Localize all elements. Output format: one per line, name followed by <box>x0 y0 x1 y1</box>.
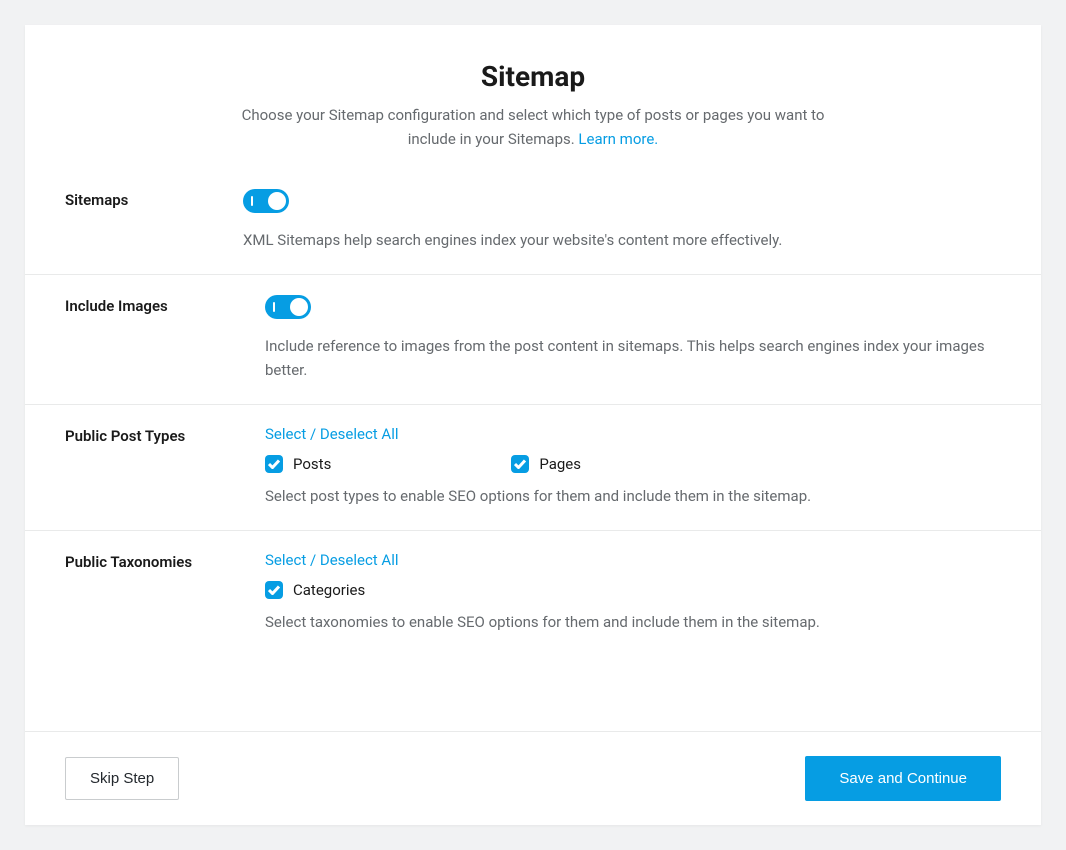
checkbox-icon <box>265 581 283 599</box>
check-pages[interactable]: Pages <box>511 455 581 473</box>
value-public-post-types: Select / Deselect All Posts Pages Select… <box>265 425 1001 508</box>
desc-public-taxonomies: Select taxonomies to enable SEO options … <box>265 611 1001 634</box>
learn-more-link[interactable]: Learn more. <box>578 130 658 148</box>
row-public-taxonomies: Public Taxonomies Select / Deselect All … <box>25 530 1041 656</box>
select-all-taxonomies[interactable]: Select / Deselect All <box>265 551 1001 569</box>
label-public-post-types: Public Post Types <box>65 425 265 508</box>
checks-post-types: Posts Pages <box>265 455 1001 473</box>
toggle-include-images[interactable] <box>265 295 311 319</box>
page-subtitle: Choose your Sitemap configuration and se… <box>238 103 828 151</box>
desc-sitemaps: XML Sitemaps help search engines index y… <box>243 229 1001 252</box>
check-label-categories: Categories <box>293 581 365 599</box>
footer: Skip Step Save and Continue <box>25 731 1041 825</box>
checkbox-icon <box>265 455 283 473</box>
label-include-images: Include Images <box>65 295 265 382</box>
skip-step-button[interactable]: Skip Step <box>65 757 179 800</box>
desc-include-images: Include reference to images from the pos… <box>265 335 1001 382</box>
check-categories[interactable]: Categories <box>265 581 365 599</box>
row-sitemaps: Sitemaps XML Sitemaps help search engine… <box>25 179 1041 274</box>
page-title: Sitemap <box>65 60 1001 93</box>
save-and-continue-button[interactable]: Save and Continue <box>805 756 1001 801</box>
subtitle-text: Choose your Sitemap configuration and se… <box>242 106 825 148</box>
label-sitemaps: Sitemaps <box>65 189 265 252</box>
toggle-sitemaps[interactable] <box>243 189 289 213</box>
label-public-taxonomies: Public Taxonomies <box>65 551 265 634</box>
row-public-post-types: Public Post Types Select / Deselect All … <box>25 404 1041 530</box>
check-label-pages: Pages <box>539 455 581 473</box>
settings-body: Sitemaps XML Sitemaps help search engine… <box>25 179 1041 686</box>
sitemap-card: Sitemap Choose your Sitemap configuratio… <box>25 25 1041 825</box>
desc-public-post-types: Select post types to enable SEO options … <box>265 485 1001 508</box>
checkbox-icon <box>511 455 529 473</box>
header: Sitemap Choose your Sitemap configuratio… <box>25 25 1041 179</box>
value-sitemaps: XML Sitemaps help search engines index y… <box>265 189 1001 252</box>
select-all-post-types[interactable]: Select / Deselect All <box>265 425 1001 443</box>
value-public-taxonomies: Select / Deselect All Categories Select … <box>265 551 1001 634</box>
value-include-images: Include reference to images from the pos… <box>265 295 1001 382</box>
check-label-posts: Posts <box>293 455 331 473</box>
row-include-images: Include Images Include reference to imag… <box>25 274 1041 404</box>
checks-taxonomies: Categories <box>265 581 1001 599</box>
check-posts[interactable]: Posts <box>265 455 331 473</box>
